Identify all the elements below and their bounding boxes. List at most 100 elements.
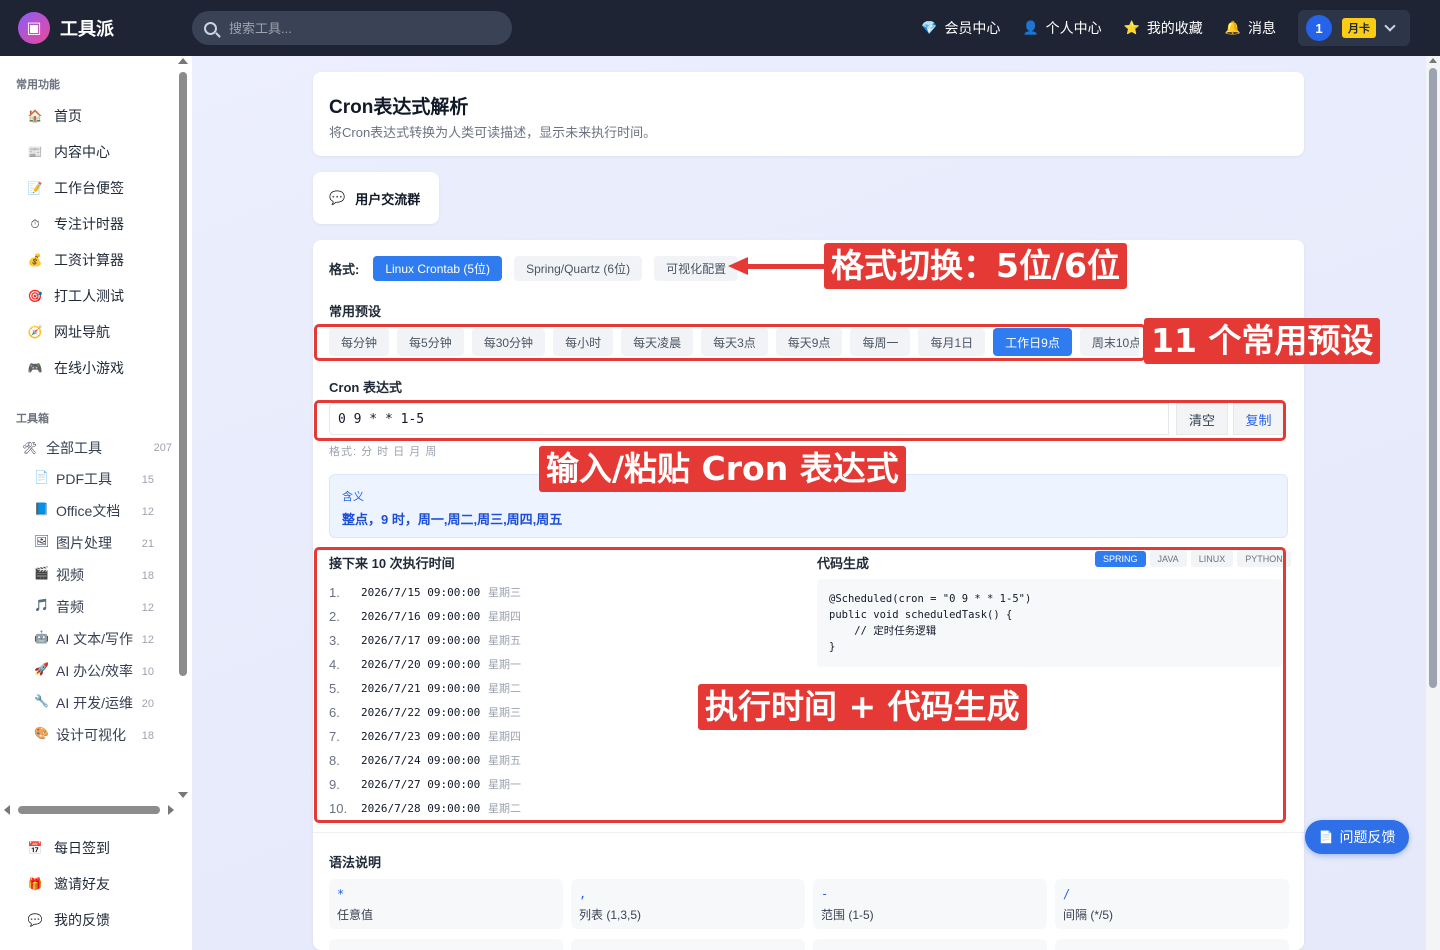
- messages-label: 消息: [1248, 20, 1276, 36]
- sidebar-category[interactable]: 🔧 AI 开发/运维 20: [0, 688, 192, 720]
- page-scrollbar[interactable]: [1426, 56, 1440, 950]
- sidebar-item[interactable]: 🏠 首页: [0, 98, 192, 134]
- syntax-desc: 列表 (1,3,5): [579, 908, 642, 922]
- search-box[interactable]: [192, 11, 512, 45]
- user-group-button[interactable]: 💬 用户交流群: [313, 172, 439, 224]
- category-icon: 🎨: [34, 726, 49, 740]
- sidebar-horizontal-scrollbar[interactable]: [4, 804, 174, 816]
- category-label: 设计可视化: [56, 727, 126, 743]
- favorites-link[interactable]: ⭐ 我的收藏: [1124, 18, 1203, 38]
- feedback-label: 问题反馈: [1339, 829, 1396, 845]
- page-scroll-thumb[interactable]: [1429, 68, 1437, 688]
- syntax-desc: 间隔 (*/5): [1063, 908, 1114, 922]
- format-visual-button[interactable]: 可视化配置: [654, 256, 739, 281]
- syntax-symbol: *: [337, 887, 345, 901]
- scroll-up-icon[interactable]: [178, 58, 188, 64]
- sidebar-category[interactable]: 🎨 设计可视化 18: [0, 720, 192, 752]
- feedback-button[interactable]: 📄 问题反馈: [1305, 820, 1409, 854]
- sidebar-item-icon: 🎮: [27, 361, 43, 375]
- search-input[interactable]: [229, 20, 489, 36]
- sidebar-category[interactable]: 📘 Office文档 12: [0, 496, 192, 528]
- scroll-up-icon[interactable]: [1429, 58, 1437, 63]
- profile-link[interactable]: 👤 个人中心: [1022, 18, 1101, 38]
- logo[interactable]: ▣ 工具派: [18, 12, 192, 44]
- vip-center-link[interactable]: 💎 会员中心: [921, 18, 1000, 38]
- user-menu[interactable]: 1 月卡: [1298, 10, 1410, 46]
- top-bar: ▣ 工具派 💎 会员中心 👤 个人中心 ⭐ 我的收藏 🔔 消息 1 月卡: [0, 0, 1440, 56]
- sidebar-category[interactable]: 🎵 音频 12: [0, 592, 192, 624]
- page-title: Cron表达式解析: [329, 97, 469, 118]
- messages-link[interactable]: 🔔 消息: [1225, 18, 1276, 38]
- category-icon: 🔧: [34, 694, 49, 708]
- category-label: PDF工具: [56, 471, 112, 487]
- syntax-grid-next-row: [329, 939, 1297, 950]
- sidebar-category[interactable]: 🚀 AI 办公/效率 10: [0, 656, 192, 688]
- sidebar-item[interactable]: 🧭 网址导航: [0, 314, 192, 350]
- annotation-format-switch: 格式切换：5位/6位: [824, 243, 1127, 289]
- sidebar-section-common: 常用功能: [16, 79, 60, 91]
- sidebar-category[interactable]: 🖼 图片处理 21: [0, 528, 192, 560]
- syntax-symbol: -: [821, 887, 829, 901]
- scroll-left-icon[interactable]: [4, 805, 10, 815]
- category-count: 12: [141, 634, 154, 646]
- sidebar-item-icon: 📰: [27, 145, 43, 159]
- sidebar-section-toolbox: 工具箱: [16, 413, 49, 425]
- category-icon: 📘: [34, 502, 49, 516]
- sidebar-item-icon: 📝: [27, 181, 43, 195]
- category-label: Office文档: [56, 503, 121, 519]
- sidebar-item-icon: ⏱: [30, 216, 40, 231]
- sidebar-item-label: 首页: [54, 108, 82, 124]
- category-label: 音频: [56, 599, 84, 615]
- annotation-arrow-head: [728, 257, 748, 275]
- category-count: 15: [141, 474, 154, 486]
- syntax-card: * 任意值: [329, 879, 563, 929]
- sidebar-item-icon: 📅: [27, 841, 43, 855]
- sidebar-item[interactable]: 📰 内容中心: [0, 134, 192, 170]
- sidebar-item[interactable]: 🎮 在线小游戏: [0, 350, 192, 386]
- sidebar-item-icon: 🎁: [27, 877, 43, 891]
- scroll-right-icon[interactable]: [168, 805, 174, 815]
- syntax-grid: * 任意值, 列表 (1,3,5) - 范围 (1-5) / 间隔 (*/5): [329, 879, 1297, 929]
- format-spring-button[interactable]: Spring/Quartz (6位): [514, 256, 643, 281]
- category-icon: 🎵: [34, 598, 49, 612]
- sidebar-bottom-item[interactable]: 💬 我的反馈: [0, 902, 192, 938]
- user-icon: 👤: [1022, 20, 1039, 35]
- scroll-down-icon[interactable]: [178, 792, 188, 798]
- sidebar-category[interactable]: 🎬 视频 18: [0, 560, 192, 592]
- page-header-card: Cron表达式解析 将Cron表达式转换为人类可读描述，显示未来执行时间。: [313, 72, 1304, 156]
- category-count: 12: [141, 506, 154, 518]
- category-icon: 🖼: [34, 534, 50, 548]
- user-group-label: 用户交流群: [355, 191, 421, 207]
- sidebar-category[interactable]: 🤖 AI 文本/写作 12: [0, 624, 192, 656]
- presets-title: 常用预设: [329, 304, 382, 319]
- sidebar-item[interactable]: 🎯 打工人测试: [0, 278, 192, 314]
- tools-icon: 🛠: [22, 441, 38, 455]
- meaning-label: 含义: [342, 491, 364, 503]
- sidebar-bottom-item[interactable]: 🎁 邀请好友: [0, 866, 192, 902]
- vip-center-label: 会员中心: [944, 20, 1001, 36]
- sidebar-scroll-thumb[interactable]: [179, 72, 187, 676]
- sidebar-item-icon: 💰: [27, 253, 43, 267]
- format-hint: 格式: 分 时 日 月 周: [329, 446, 438, 458]
- sidebar-item-label: 内容中心: [54, 144, 110, 160]
- sidebar-item[interactable]: 📝 工作台便签: [0, 170, 192, 206]
- syntax-symbol: ,: [579, 887, 587, 901]
- format-linux-button[interactable]: Linux Crontab (5位): [373, 256, 503, 281]
- category-label: AI 文本/写作: [56, 631, 134, 647]
- sidebar-bottom-item[interactable]: 📅 每日签到: [0, 830, 192, 866]
- category-count: 18: [141, 570, 154, 582]
- sidebar-item-icon: 🏠: [27, 109, 43, 123]
- sidebar-item[interactable]: 💰 工资计算器: [0, 242, 192, 278]
- syntax-card: , 列表 (1,3,5): [571, 879, 805, 929]
- sidebar-vertical-scrollbar[interactable]: [178, 58, 188, 798]
- category-label: 图片处理: [56, 535, 112, 551]
- sidebar-item[interactable]: ⏱ 专注计时器: [0, 206, 192, 242]
- sidebar-item-label: 工资计算器: [54, 252, 124, 268]
- syntax-desc: 任意值: [337, 908, 374, 922]
- annotation-presets: 11 个常用预设: [1144, 318, 1381, 364]
- sidebar-category[interactable]: 📄 PDF工具 15: [0, 464, 192, 496]
- diamond-icon: 💎: [921, 20, 938, 35]
- sidebar-hscroll-thumb[interactable]: [18, 806, 160, 814]
- app-name: 工具派: [60, 19, 114, 39]
- sidebar-item-all-tools[interactable]: 🛠 全部工具 207: [0, 432, 192, 464]
